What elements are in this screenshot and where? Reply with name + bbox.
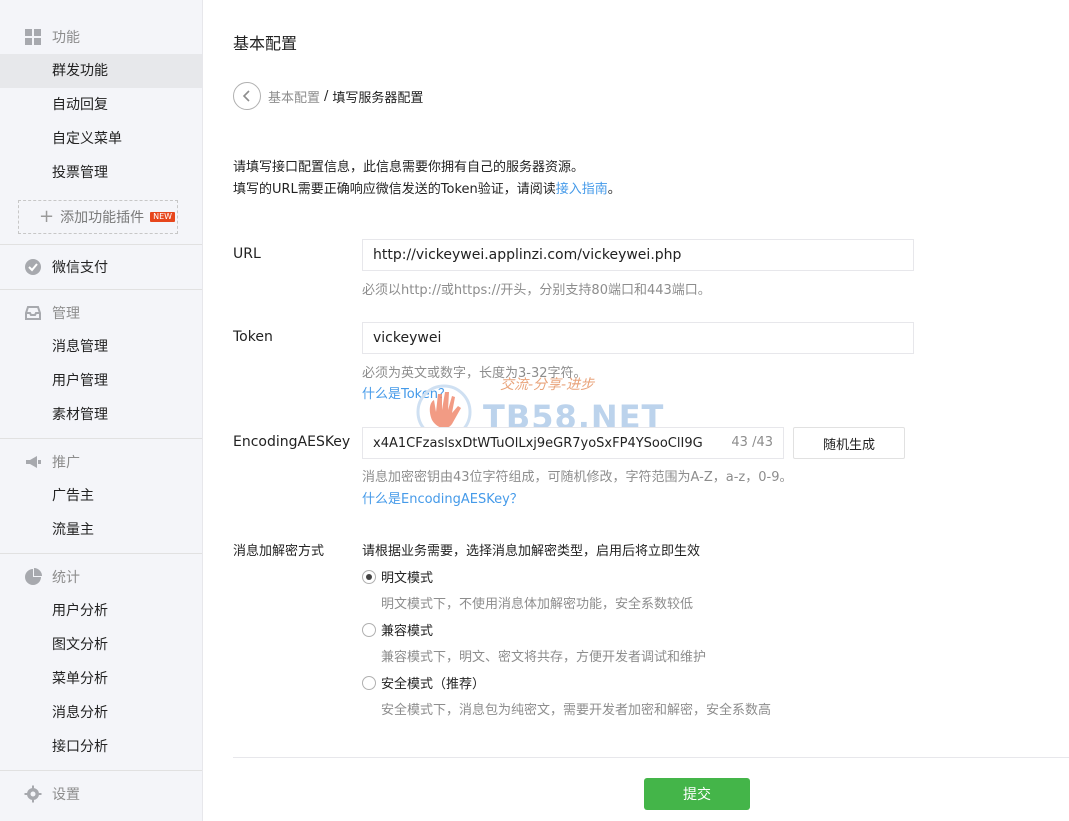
sidebar-divider (0, 289, 202, 290)
radio-label: 明文模式 (381, 571, 434, 586)
gear-icon (24, 785, 42, 803)
url-label: URL (233, 246, 261, 262)
page-title: 基本配置 (233, 34, 298, 53)
sidebar-item-auto-reply[interactable]: 自动回复 (0, 88, 202, 122)
intro-line-2-suffix: 。 (607, 182, 621, 197)
radio-desc: 明文模式下，不使用消息体加解密功能，安全系数较低 (381, 597, 694, 612)
sidebar-item-settings[interactable]: 设置 (0, 777, 202, 811)
what-is-aeskey-link[interactable]: 什么是EncodingAESKey？ (362, 488, 523, 507)
plus-icon: + (39, 206, 55, 227)
wechat-pay-icon (24, 258, 42, 276)
sidebar-divider (0, 244, 202, 245)
add-plugin-label: 添加功能插件 (60, 210, 145, 226)
footer-divider (233, 757, 1069, 758)
sidebar-item-custom-menu[interactable]: 自定义菜单 (0, 122, 202, 156)
what-is-token-link[interactable]: 什么是Token？ (362, 383, 451, 402)
pie-chart-icon (24, 568, 42, 586)
breadcrumb: 基本配置 / 填写服务器配置 (233, 82, 423, 110)
url-input[interactable]: http://vickeywei.applinzi.com/vickeywei.… (362, 239, 914, 271)
url-value: http://vickeywei.applinzi.com/vickeywei.… (373, 247, 682, 263)
intro-line-1: 请填写接口配置信息，此信息需要你拥有自己的服务器资源。 (233, 160, 585, 175)
sidebar-section-promo: 推广 (0, 445, 202, 479)
main-content: 基本配置 基本配置 / 填写服务器配置 请填写接口配置信息，此信息需要你拥有自己… (233, 0, 1069, 821)
aeskey-value: x4A1CFzaslsxDtWTuOlLxj9eGR7yoSxFP4YSooCl… (373, 435, 703, 451)
radio-desc: 安全模式下，消息包为纯密文，需要开发者加密和解密，安全系数高 (381, 703, 772, 718)
breadcrumb-separator: / (324, 88, 329, 104)
aeskey-input[interactable]: x4A1CFzaslsxDtWTuOlLxj9eGR7yoSxFP4YSooCl… (362, 427, 784, 459)
sidebar-item-users[interactable]: 用户管理 (0, 364, 202, 398)
aeskey-label: EncodingAESKey (233, 434, 351, 450)
radio-compatible-mode[interactable]: 兼容模式 (362, 620, 433, 639)
radio-desc: 兼容模式下，明文、密文将共存，方便开发者调试和维护 (381, 650, 707, 665)
breadcrumb-parent[interactable]: 基本配置 (268, 87, 320, 106)
access-guide-link[interactable]: 接入指南 (556, 182, 608, 197)
sidebar-item-messages[interactable]: 消息管理 (0, 330, 202, 364)
sidebar-item-menu-analysis[interactable]: 菜单分析 (0, 662, 202, 696)
token-input[interactable]: vickeywei (362, 322, 914, 354)
sidebar-item-api-analysis[interactable]: 接口分析 (0, 730, 202, 764)
sidebar-divider (0, 553, 202, 554)
aeskey-hint: 消息加密密钥由43位字符组成，可随机修改，字符范围为A-Z，a-z，0-9。 (362, 470, 793, 485)
token-hint: 必须为英文或数字，长度为3-32字符。 (362, 366, 587, 381)
intro-text: 请填写接口配置信息，此信息需要你拥有自己的服务器资源。 填写的URL需要正确响应… (233, 157, 621, 201)
sidebar-section-title: 推广 (52, 455, 80, 471)
radio-unchecked-icon (362, 622, 376, 637)
sidebar-item-wechat-pay[interactable]: 微信支付 (0, 250, 202, 284)
intro-line-2-text: 填写的URL需要正确响应微信发送的Token验证，请阅读 (233, 182, 556, 197)
chevron-left-icon (242, 90, 250, 102)
new-badge: NEW (150, 212, 176, 222)
token-label: Token (233, 329, 273, 345)
sidebar-item-message-analysis[interactable]: 消息分析 (0, 696, 202, 730)
sidebar-item-materials[interactable]: 素材管理 (0, 398, 202, 432)
encrypt-mode-label: 消息加解密方式 (233, 544, 325, 559)
sidebar-item-label: 微信支付 (52, 260, 108, 276)
url-hint: 必须以http://或https://开头，分别支持80端口和443端口。 (362, 283, 711, 298)
sidebar-item-advertiser[interactable]: 广告主 (0, 479, 202, 513)
back-button[interactable] (233, 82, 261, 110)
sidebar-item-vote[interactable]: 投票管理 (0, 156, 202, 190)
sidebar-section-title: 管理 (52, 306, 80, 322)
sidebar-item-mass-send[interactable]: 群发功能 (0, 54, 202, 88)
sidebar-item-article-analysis[interactable]: 图文分析 (0, 628, 202, 662)
radio-plaintext-mode[interactable]: 明文模式 (362, 567, 433, 586)
sidebar-section-stats: 统计 (0, 560, 202, 594)
submit-button[interactable]: 提交 (644, 778, 750, 810)
sidebar-section-title: 功能 (52, 30, 80, 46)
inbox-icon (24, 304, 42, 322)
sidebar-section-manage: 管理 (0, 296, 202, 330)
sidebar-divider (0, 770, 202, 771)
grid-icon (24, 28, 42, 46)
radio-label: 安全模式（推荐） (381, 677, 486, 692)
breadcrumb-current: 填写服务器配置 (332, 90, 424, 106)
sidebar-divider (0, 438, 202, 439)
radio-label: 兼容模式 (381, 624, 434, 639)
aeskey-counter: 43 /43 (731, 435, 773, 450)
sidebar-section-title: 统计 (52, 570, 80, 586)
sidebar: 功能 群发功能 自动回复 自定义菜单 投票管理 + 添加功能插件 NEW 微信支… (0, 0, 203, 821)
radio-unchecked-icon (362, 675, 376, 690)
token-value: vickeywei (373, 330, 442, 346)
encrypt-mode-intro: 请根据业务需要，选择消息加解密类型，启用后将立即生效 (362, 544, 701, 559)
add-plugin-button[interactable]: + 添加功能插件 NEW (18, 200, 178, 234)
intro-line-2: 填写的URL需要正确响应微信发送的Token验证，请阅读接入指南。 (233, 179, 621, 201)
radio-secure-mode[interactable]: 安全模式（推荐） (362, 673, 485, 692)
sidebar-item-publisher[interactable]: 流量主 (0, 513, 202, 547)
sidebar-item-label: 设置 (52, 787, 80, 803)
radio-checked-icon (362, 569, 376, 584)
sidebar-item-user-analysis[interactable]: 用户分析 (0, 594, 202, 628)
generate-key-button[interactable]: 随机生成 (793, 427, 905, 459)
megaphone-icon (24, 453, 42, 471)
sidebar-section-function: 功能 (0, 20, 202, 54)
